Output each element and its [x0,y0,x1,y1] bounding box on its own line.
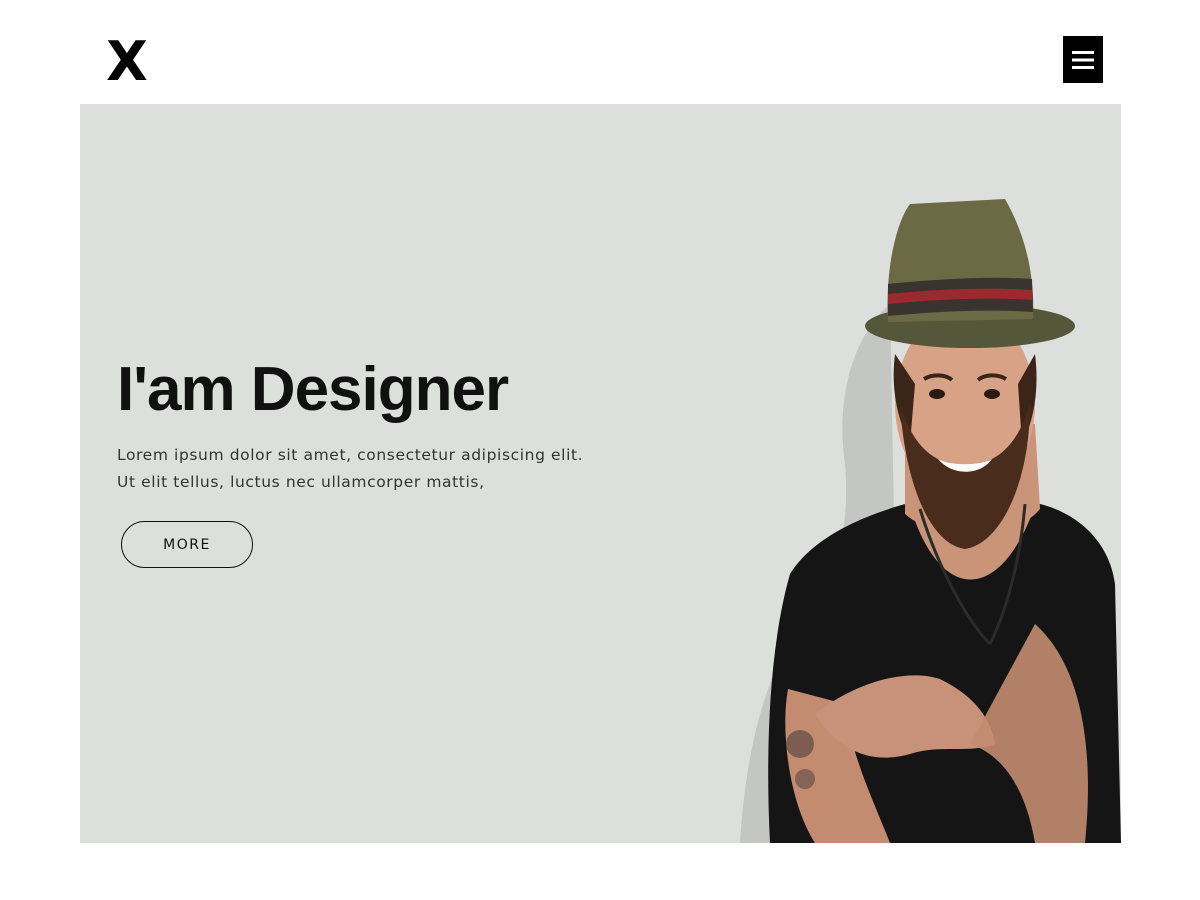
hero-banner: I'am Designer Lorem ipsum dolor sit amet… [80,104,1121,843]
hero-title: I'am Designer [117,355,509,424]
hero-description: Lorem ipsum dolor sit amet, consectetur … [117,446,584,491]
more-button[interactable]: MORE [121,521,253,568]
page: X I'am Designer Lorem ipsum dolor sit am… [0,0,1200,900]
hero-portrait-image [740,199,1121,843]
logo[interactable]: X [106,35,148,89]
menu-button[interactable] [1063,36,1103,83]
hamburger-menu-icon [1072,50,1094,69]
